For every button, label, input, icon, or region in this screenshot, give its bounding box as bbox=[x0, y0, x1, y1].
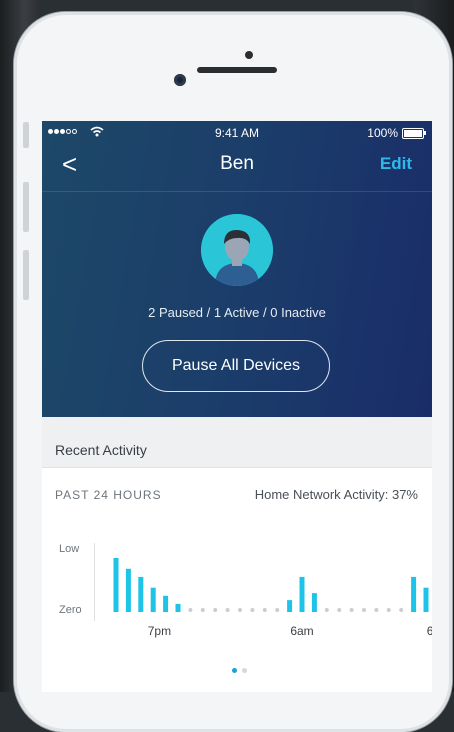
app-screen: 9:41 AM 100% < Ben Edit 2 Paused / 1 Act… bbox=[42, 121, 432, 692]
nav-bar: < Ben Edit bbox=[42, 141, 432, 192]
x-tick-label: 6am bbox=[290, 624, 314, 638]
idle-marker bbox=[188, 608, 193, 612]
idle-marker bbox=[374, 608, 379, 612]
pause-all-devices-button[interactable]: Pause All Devices bbox=[142, 340, 330, 392]
mute-switch bbox=[23, 122, 29, 148]
recent-activity-label: Recent Activity bbox=[55, 442, 147, 458]
idle-marker bbox=[250, 608, 255, 612]
activity-card[interactable]: PAST 24 HOURS Home Network Activity: 37%… bbox=[42, 468, 432, 692]
page-dot[interactable] bbox=[232, 668, 237, 673]
idle-marker bbox=[324, 608, 329, 612]
volume-up-button bbox=[23, 182, 29, 232]
idle-marker bbox=[362, 608, 366, 612]
earpiece-speaker bbox=[197, 67, 277, 73]
idle-marker bbox=[337, 608, 342, 612]
activity-bar bbox=[125, 568, 131, 612]
activity-bar bbox=[287, 600, 293, 612]
idle-marker bbox=[349, 608, 354, 612]
idle-marker bbox=[213, 608, 218, 612]
idle-marker bbox=[399, 608, 404, 612]
person-avatar-icon bbox=[201, 214, 273, 286]
idle-marker bbox=[200, 608, 205, 612]
avatar[interactable] bbox=[201, 214, 273, 286]
activity-bar bbox=[163, 595, 169, 612]
activity-bar bbox=[113, 558, 119, 612]
device-status-summary: 2 Paused / 1 Active / 0 Inactive bbox=[148, 305, 326, 320]
activity-bar bbox=[138, 576, 144, 612]
front-camera bbox=[174, 74, 186, 86]
activity-bar bbox=[175, 603, 181, 612]
status-bar: 9:41 AM 100% bbox=[42, 123, 432, 141]
activity-bar bbox=[150, 587, 156, 612]
activity-bar-chart bbox=[113, 558, 429, 612]
idle-marker bbox=[238, 608, 242, 612]
page-dot[interactable] bbox=[242, 668, 247, 673]
battery-percent: 100% bbox=[367, 126, 398, 140]
page-indicator[interactable] bbox=[232, 668, 247, 673]
edit-button[interactable]: Edit bbox=[380, 154, 412, 174]
idle-marker bbox=[262, 608, 267, 612]
activity-bar bbox=[423, 587, 429, 612]
battery-icon bbox=[402, 128, 426, 139]
idle-marker bbox=[386, 608, 391, 612]
idle-marker bbox=[275, 608, 280, 612]
x-tick-label: 7pm bbox=[147, 624, 172, 638]
x-tick-label: 6pm bbox=[426, 624, 432, 638]
activity-bar bbox=[411, 576, 417, 612]
idle-marker bbox=[225, 608, 230, 612]
activity-bar bbox=[311, 593, 317, 612]
recent-activity-header: Recent Activity bbox=[42, 417, 432, 468]
activity-bar bbox=[299, 576, 305, 612]
volume-down-button bbox=[23, 250, 29, 300]
profile-header: 9:41 AM 100% < Ben Edit 2 Paused / 1 Act… bbox=[42, 121, 432, 417]
proximity-sensor bbox=[245, 51, 253, 59]
page-title: Ben bbox=[220, 153, 254, 174]
